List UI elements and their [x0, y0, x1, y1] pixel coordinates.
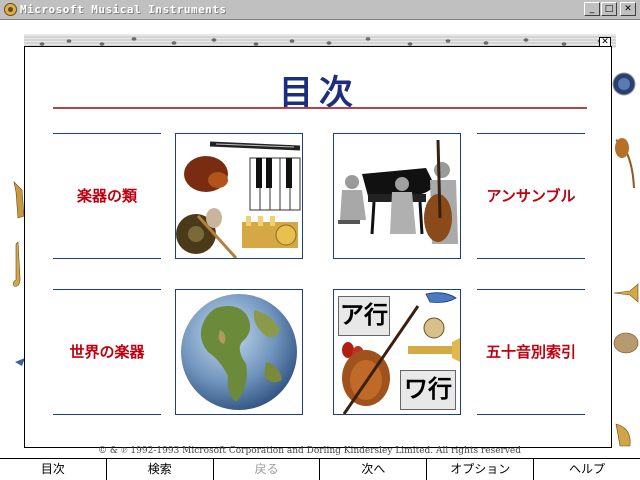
kana-index-thumbnail[interactable]: ア行 ワ行: [333, 289, 461, 415]
category-label: アンサンブル: [486, 187, 576, 205]
divider: [477, 414, 585, 415]
minimize-button[interactable]: _: [584, 2, 600, 16]
kana-wa-card: ワ行: [400, 370, 456, 410]
world-instruments-thumbnail[interactable]: [175, 289, 303, 415]
instrument-collage-icon: [176, 134, 302, 258]
bottom-nav: 目次 検索 戻る 次へ オプション ヘルプ: [0, 458, 640, 480]
nav-next-button[interactable]: 次へ: [320, 459, 428, 480]
app-icon[interactable]: [3, 2, 18, 17]
contents-dialog: 目次 楽器の類 アンサンブル 世界の楽器 ア行 ワ行 五十音別索引: [24, 46, 612, 448]
maximize-icon: □: [604, 4, 614, 14]
nav-search-button[interactable]: 検索: [107, 459, 214, 480]
category-world-instruments[interactable]: 世界の楽器: [53, 289, 161, 415]
divider: [53, 258, 161, 259]
minimize-icon: _: [589, 4, 595, 14]
trumpet-decoration-icon: [613, 283, 639, 303]
nav-options-button[interactable]: オプション: [427, 459, 535, 480]
instrument-types-thumbnail[interactable]: [175, 133, 303, 259]
divider: [477, 258, 585, 259]
divider: [477, 289, 585, 290]
shell-decoration-icon: [613, 332, 639, 354]
category-label: 楽器の類: [76, 187, 137, 205]
globe-icon: [176, 290, 302, 414]
close-icon: ✕: [624, 4, 632, 14]
title-bar: Microsoft Musical Instruments _ □ ✕: [0, 0, 640, 20]
maximize-button[interactable]: □: [601, 2, 617, 16]
ensemble-musicians-icon: [334, 134, 460, 258]
kana-a-card: ア行: [338, 296, 390, 336]
category-instrument-types[interactable]: 楽器の類: [53, 133, 161, 259]
strings-decoration-icon: [615, 138, 635, 189]
category-kana-index[interactable]: 五十音別索引: [477, 289, 585, 415]
divider: [53, 133, 161, 134]
divider: [477, 133, 585, 134]
divider: [53, 414, 161, 415]
nav-contents-button[interactable]: 目次: [0, 459, 107, 480]
brass-decoration-icon: [615, 423, 631, 447]
category-ensemble[interactable]: アンサンブル: [477, 133, 585, 259]
category-label: 五十音別索引: [485, 343, 576, 361]
nav-help-button[interactable]: ヘルプ: [534, 459, 640, 480]
nav-back-button[interactable]: 戻る: [214, 459, 321, 480]
window-title: Microsoft Musical Instruments: [20, 3, 227, 16]
category-label: 世界の楽器: [69, 343, 145, 361]
close-button[interactable]: ✕: [620, 2, 636, 16]
ensemble-thumbnail[interactable]: [333, 133, 461, 259]
seal-decoration-icon: [612, 72, 636, 96]
divider: [53, 289, 161, 290]
copyright-text: © & ℗ 1992-1993 Microsoft Corporation an…: [98, 446, 522, 456]
title-divider: [53, 107, 587, 109]
